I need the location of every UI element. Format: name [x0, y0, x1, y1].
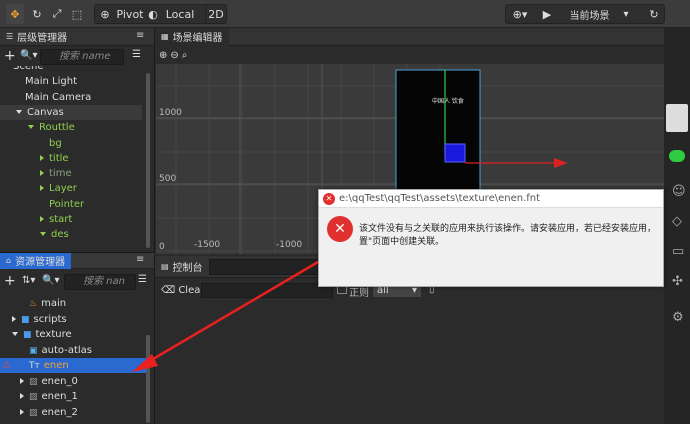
annotation-arrow	[132, 260, 319, 372]
